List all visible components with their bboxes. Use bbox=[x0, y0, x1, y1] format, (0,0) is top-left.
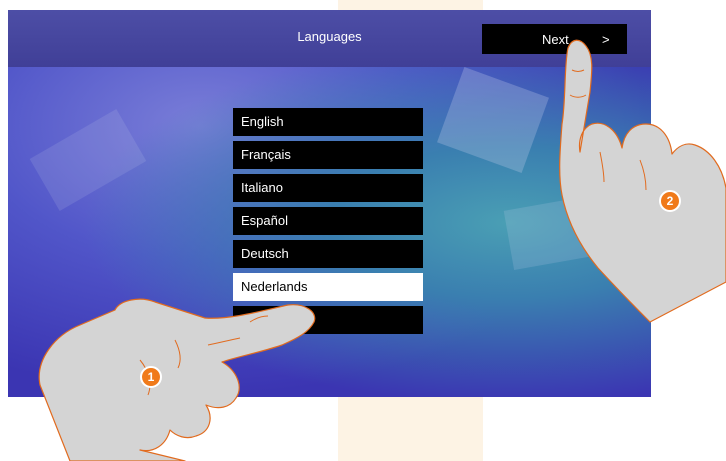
step-1-badge: 1 bbox=[140, 366, 162, 388]
hand-icon-left bbox=[38, 298, 316, 461]
step-2-badge: 2 bbox=[659, 190, 681, 212]
hand-illustrations bbox=[38, 39, 726, 461]
hand-icon-right bbox=[559, 39, 726, 323]
